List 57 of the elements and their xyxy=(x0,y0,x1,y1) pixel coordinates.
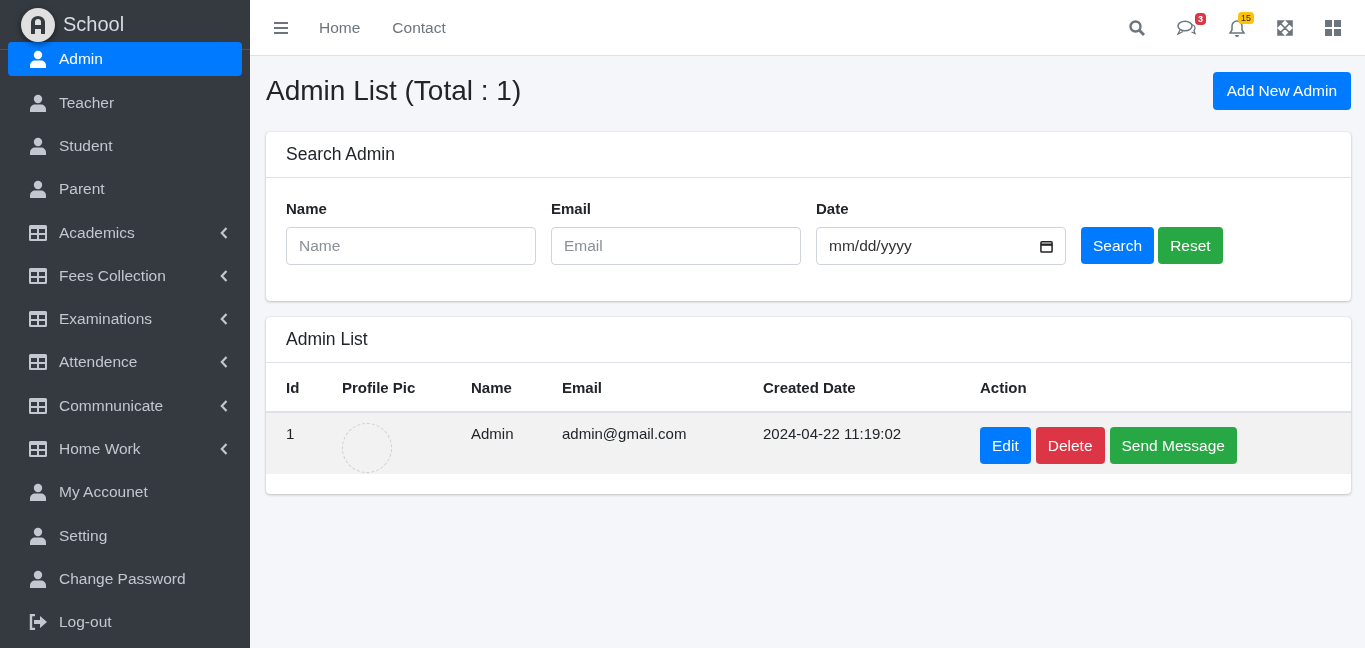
sidebar-item[interactable]: Admin xyxy=(8,42,242,77)
field-label: Date xyxy=(816,200,850,217)
table-cell: 1 xyxy=(266,412,322,474)
message-count-badge: 3 xyxy=(1195,12,1206,25)
user-icon xyxy=(29,93,47,112)
page-title: Admin List (Total : 1) xyxy=(266,75,522,107)
menu-icon[interactable] xyxy=(274,21,288,34)
sidebar-item[interactable]: Examinations xyxy=(8,301,242,337)
fullscreen-icon[interactable] xyxy=(1277,19,1293,36)
logout-icon xyxy=(29,614,47,631)
notification-count-badge: 15 xyxy=(1238,11,1254,24)
table-cell: admin@gmail.com xyxy=(542,412,743,474)
nav-link[interactable]: Home xyxy=(319,18,361,37)
sidebar-item[interactable]: Fees Collection xyxy=(8,258,242,294)
action-button[interactable]: Edit xyxy=(980,427,1031,464)
field-label: Name xyxy=(286,200,328,217)
sidebar-item[interactable]: My Accounet xyxy=(8,474,242,510)
add-new-admin-button[interactable]: Add New Admin xyxy=(1212,72,1351,110)
input-field[interactable]: Email xyxy=(551,227,801,265)
sidebar-item[interactable]: Home Work xyxy=(8,431,242,467)
nav-link[interactable]: Contact xyxy=(392,18,446,37)
action-button[interactable]: Delete xyxy=(1035,427,1105,464)
table-icon xyxy=(29,224,47,241)
field-label: Email xyxy=(551,200,593,217)
user-icon xyxy=(29,50,47,69)
date-field[interactable]: mm/dd/yyyy xyxy=(816,227,1066,265)
user-icon xyxy=(29,483,47,502)
grid-icon[interactable] xyxy=(1325,19,1341,36)
table-icon xyxy=(29,441,47,457)
sidebar-item[interactable]: Attendence xyxy=(8,344,242,380)
sidebar-item[interactable]: Log-out xyxy=(8,604,242,640)
user-icon xyxy=(29,136,47,155)
sidebar-item[interactable]: Teacher xyxy=(8,85,242,121)
table-icon xyxy=(29,397,47,414)
form-button[interactable]: Search xyxy=(1081,227,1155,264)
sidebar-item[interactable]: Change Password xyxy=(8,561,242,597)
card-title: Search Admin xyxy=(266,132,1351,178)
user-icon xyxy=(29,569,47,588)
brand-name: School xyxy=(63,13,125,37)
input-field[interactable]: Name xyxy=(286,227,536,265)
table-cell: 2024-04-22 11:19:02 xyxy=(743,412,960,474)
comments-icon[interactable] xyxy=(1177,19,1197,36)
table-icon xyxy=(29,311,47,328)
sidebar-item[interactable]: Parent xyxy=(8,171,242,207)
user-icon xyxy=(29,526,47,545)
table-icon xyxy=(29,354,47,371)
search-icon[interactable] xyxy=(1129,19,1145,36)
logo-icon xyxy=(21,7,55,42)
card-title: Admin List xyxy=(266,317,1351,363)
table-cell: Admin xyxy=(451,412,542,474)
sidebar-item[interactable]: Commnunicate xyxy=(8,388,242,424)
sidebar-item[interactable]: Academics xyxy=(8,215,242,251)
user-icon xyxy=(29,180,47,199)
sidebar-item[interactable]: Setting xyxy=(8,518,242,554)
sidebar-item[interactable]: Student xyxy=(8,128,242,164)
table-icon xyxy=(29,267,47,284)
calendar-icon xyxy=(1040,239,1053,253)
